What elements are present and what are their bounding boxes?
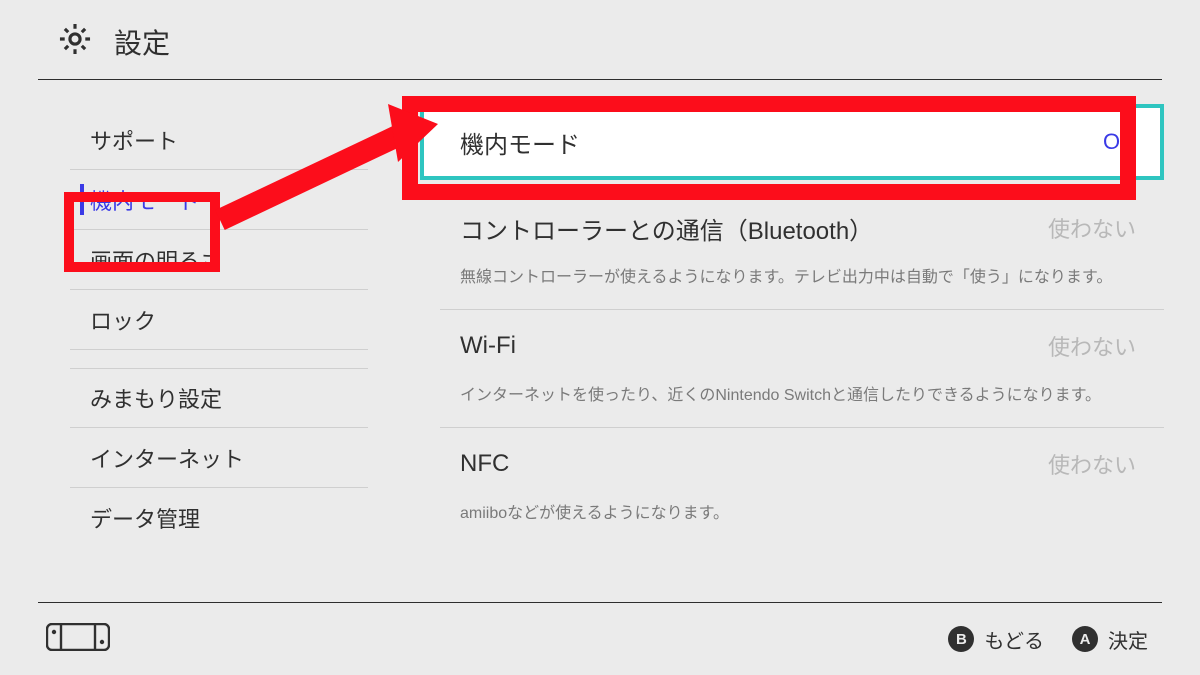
setting-label: コントローラーとの通信（Bluetooth） — [460, 211, 873, 246]
sidebar-item-label: サポート — [70, 124, 178, 156]
setting-description: amiiboなどが使えるようになります。 — [420, 500, 1164, 545]
setting-value: 使わない — [1048, 212, 1136, 244]
setting-value: ON — [1103, 129, 1136, 155]
footer: B もどる A 決定 — [38, 602, 1162, 675]
ok-button[interactable]: A 決定 — [1072, 625, 1148, 654]
sidebar-item-parental[interactable]: みまもり設定 — [70, 368, 368, 428]
setting-row-bluetooth[interactable]: コントローラーとの通信（Bluetooth） 使わない — [420, 192, 1164, 264]
setting-description: インターネットを使ったり、近くのNintendo Switchと通信したりできる… — [420, 382, 1164, 427]
a-button-icon: A — [1072, 626, 1098, 652]
setting-value: 使わない — [1048, 330, 1136, 362]
sidebar-item-label: みまもり設定 — [70, 382, 222, 414]
setting-label: Wi-Fi — [460, 332, 516, 360]
setting-row-wifi[interactable]: Wi-Fi 使わない — [420, 310, 1164, 382]
sidebar-item-label: インターネット — [70, 442, 244, 474]
sidebar-item-label: データ管理 — [70, 502, 200, 534]
sidebar-item-internet[interactable]: インターネット — [70, 428, 368, 488]
setting-description: 無線コントローラーが使えるようになります。テレビ出力中は自動で「使う」になります… — [420, 264, 1164, 309]
button-label: 決定 — [1108, 625, 1148, 654]
main-panel: 機内モード ON コントローラーとの通信（Bluetooth） 使わない 無線コ… — [368, 82, 1200, 603]
sidebar-item-support[interactable]: サポート — [70, 110, 368, 170]
sidebar-item-airplane[interactable]: 機内モード — [70, 170, 368, 230]
setting-row-nfc[interactable]: NFC 使わない — [420, 428, 1164, 500]
setting-row-airplane[interactable]: 機内モード ON — [420, 104, 1164, 180]
sidebar-item-data[interactable]: データ管理 — [70, 488, 368, 548]
header-divider — [38, 79, 1162, 80]
setting-value: 使わない — [1048, 448, 1136, 480]
sidebar-item-label: ロック — [70, 304, 156, 336]
page-title: 設定 — [114, 22, 170, 62]
button-label: もどる — [984, 625, 1044, 654]
controller-icon — [46, 623, 110, 656]
setting-label: 機内モード — [460, 125, 580, 160]
selection-bar — [80, 184, 84, 215]
back-button[interactable]: B もどる — [948, 625, 1044, 654]
sidebar-item-label: 画面の明るさ — [70, 244, 222, 276]
sidebar-item-label: 機内モード — [70, 184, 200, 216]
gear-icon — [56, 20, 94, 63]
sidebar: サポート 機内モード 画面の明るさ ロック みまもり設定 インターネット データ… — [0, 82, 368, 603]
sidebar-item-lock[interactable]: ロック — [70, 290, 368, 350]
setting-label: NFC — [460, 450, 509, 478]
sidebar-item-brightness[interactable]: 画面の明るさ — [70, 230, 368, 290]
header: 設定 — [0, 0, 1200, 79]
b-button-icon: B — [948, 626, 974, 652]
